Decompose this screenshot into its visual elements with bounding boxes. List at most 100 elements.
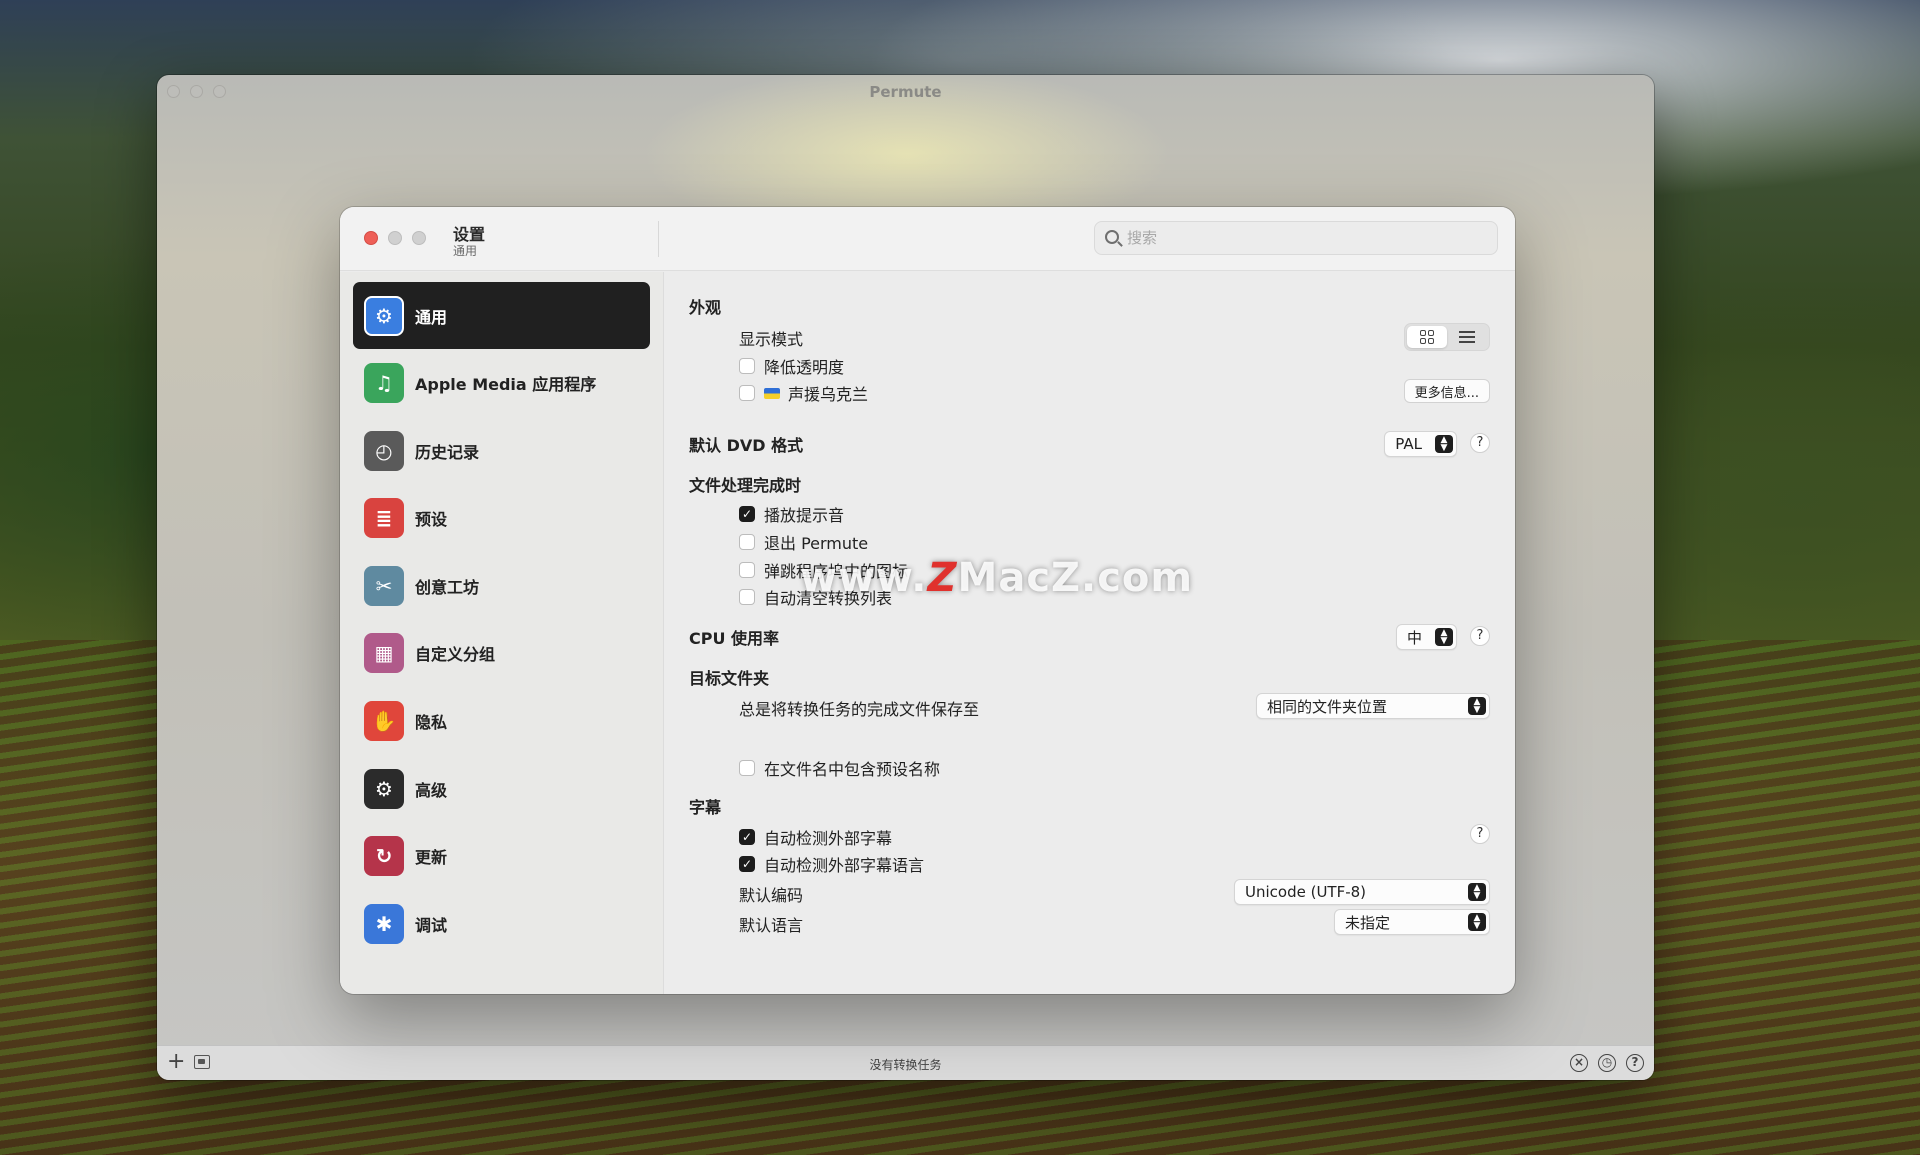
include-preset-row: 在文件名中包含预设名称 [689,754,1490,780]
dvd-format-label: 默认 DVD 格式 [689,436,804,455]
sidebar-item-privacy[interactable]: ✋ 隐私 [353,688,650,755]
cpu-help-icon[interactable]: ? [1470,626,1490,646]
default-encoding-row: 默认编码 Unicode (UTF-8) ▲ ▼ [689,879,1490,906]
settings-minimize-button[interactable] [388,231,402,245]
conversion-status: 没有转换任务 [869,1058,942,1072]
sidebar-item-label: 预设 [415,510,448,530]
clock-icon: ◴ [364,430,404,471]
checkbox-box[interactable] [739,562,755,578]
watermark-logo-letter: Z [927,555,958,601]
reduce-transparency-checkbox[interactable]: 降低透明度 [739,354,844,378]
sidebar-item-label: Apple Media 应用程序 [415,375,597,395]
save-location-row: 总是将转换任务的完成文件保存至 相同的文件夹位置 ▲ ▼ [689,693,1490,720]
checkbox-label: 在文件名中包含预设名称 [764,760,941,779]
advanced-gear-icon: ⚙ [364,768,404,809]
quit-checkbox[interactable]: 退出 Permute [739,530,868,554]
help-icon[interactable]: ? [1626,1054,1644,1072]
checkbox-box[interactable] [739,358,755,374]
settings-zoom-button[interactable] [412,231,426,245]
sidebar-item-label: 调试 [415,915,448,935]
search-input[interactable] [1127,227,1487,249]
dvd-format-popup[interactable]: PAL ▲ ▼ [1384,431,1457,457]
save-location-popup[interactable]: 相同的文件夹位置 ▲ ▼ [1256,693,1490,719]
sidebar-item-presets[interactable]: ≣ 预设 [353,485,650,552]
sidebar-item-general[interactable]: ⚙ 通用 [353,282,650,349]
checkbox-box-checked[interactable]: ✓ [739,856,755,872]
cpu-usage-popup[interactable]: 中 ▲ ▼ [1395,624,1457,650]
default-encoding-label: 默认编码 [739,886,804,905]
more-info-button[interactable]: 更多信息... [1403,379,1490,403]
sidebar-item-apple-media[interactable]: ♫ Apple Media 应用程序 [353,350,650,417]
subtitles-section: 字幕 [689,794,1490,820]
tools-icon: ✂ [364,565,404,606]
include-preset-checkbox[interactable]: 在文件名中包含预设名称 [739,756,940,780]
sidebar-item-custom-groups[interactable]: ▦ 自定义分组 [353,620,650,687]
sidebar-item-label: 更新 [415,848,448,868]
sidebar-item-workshop[interactable]: ✂ 创意工坊 [353,552,650,619]
watermark-text: MacZ.com [957,555,1194,601]
reduce-transparency-row: 降低透明度 [689,352,1490,378]
subtitles-help-icon[interactable]: ? [1470,824,1490,844]
monitor-music-icon: ♫ [364,363,404,404]
checkbox-label: 自动检测外部字幕语言 [764,856,925,875]
checkbox-box[interactable] [739,760,755,776]
dvd-format-row: 默认 DVD 格式 PAL ▲ ▼ ? [689,431,1490,458]
sidebar-item-advanced[interactable]: ⚙ 高级 [353,755,650,822]
checkbox-box[interactable] [739,385,755,401]
save-location-value: 相同的文件夹位置 [1267,697,1388,716]
history-icon[interactable]: ◷ [1598,1054,1616,1072]
default-encoding-popup[interactable]: Unicode (UTF-8) ▲ ▼ [1234,879,1490,905]
sidebar-item-label: 自定义分组 [415,645,496,665]
cpu-usage-label: CPU 使用率 [689,629,780,648]
ukraine-checkbox[interactable]: 声援乌克兰 [739,381,868,405]
settings-subtitle: 通用 [453,244,478,258]
checkbox-box-checked[interactable]: ✓ [739,829,755,845]
preset-icon: ≣ [364,498,404,539]
bottom-right-icons: × ◷ ? [1570,1054,1644,1072]
settings-content: 外观 显示模式 降低透明度 声援乌克兰 更多信息... 默认 DVD 格式 PA… [664,272,1515,994]
auto-detect-lang-row: ✓ 自动检测外部字幕语言 [689,850,1490,876]
default-language-popup[interactable]: 未指定 ▲ ▼ [1334,909,1490,935]
checkbox-box-checked[interactable]: ✓ [739,506,755,522]
default-language-row: 默认语言 未指定 ▲ ▼ [689,909,1490,936]
checkbox-box[interactable] [739,534,755,550]
checkbox-box[interactable] [739,589,755,605]
grid-view-button[interactable] [1407,326,1447,348]
save-location-label: 总是将转换任务的完成文件保存至 [739,700,980,719]
grid-icon [1420,330,1434,344]
checkbox-label: 播放提示音 [764,506,845,525]
stop-all-icon[interactable]: × [1570,1054,1588,1072]
sidebar-item-updates[interactable]: ↻ 更新 [353,823,650,890]
hand-icon: ✋ [364,701,404,742]
main-window-title: Permute [869,83,942,101]
default-language-label: 默认语言 [739,916,804,935]
sidebar-item-history[interactable]: ◴ 历史记录 [353,417,650,484]
play-sound-checkbox[interactable]: ✓ 播放提示音 [739,502,844,526]
search-field[interactable] [1094,221,1498,255]
section-heading: 目标文件夹 [689,669,770,688]
watermark-prefix: www. [800,555,928,601]
ukraine-row: 声援乌克兰 更多信息... [689,379,1490,405]
default-encoding-value: Unicode (UTF-8) [1245,883,1367,901]
sidebar-item-label: 历史记录 [415,442,480,462]
auto-detect-lang-checkbox[interactable]: ✓ 自动检测外部字幕语言 [739,852,924,876]
section-heading: 外观 [689,298,722,317]
chevron-up-down-icon: ▲ ▼ [1468,913,1486,931]
header-divider [658,221,659,257]
ukraine-flag-icon [764,387,780,399]
checkbox-label: 自动检测外部字幕 [764,829,893,848]
display-mode-segmented-control[interactable] [1404,323,1490,351]
main-bottom-bar: + 没有转换任务 × ◷ ? [157,1045,1654,1080]
dvd-help-icon[interactable]: ? [1470,433,1490,453]
chevron-up-down-icon: ▲ ▼ [1435,435,1453,453]
default-language-value: 未指定 [1345,913,1391,932]
settings-close-button[interactable] [364,231,378,245]
sidebar-item-debug[interactable]: ✱ 调试 [353,890,650,957]
display-mode-label: 显示模式 [739,330,804,349]
list-view-button[interactable] [1447,326,1487,348]
search-icon [1105,230,1119,244]
bug-icon: ✱ [364,903,404,944]
settings-header: 设置 通用 [340,207,1515,271]
appearance-section: 外观 [689,294,1490,320]
auto-detect-subs-checkbox[interactable]: ✓ 自动检测外部字幕 [739,825,892,849]
